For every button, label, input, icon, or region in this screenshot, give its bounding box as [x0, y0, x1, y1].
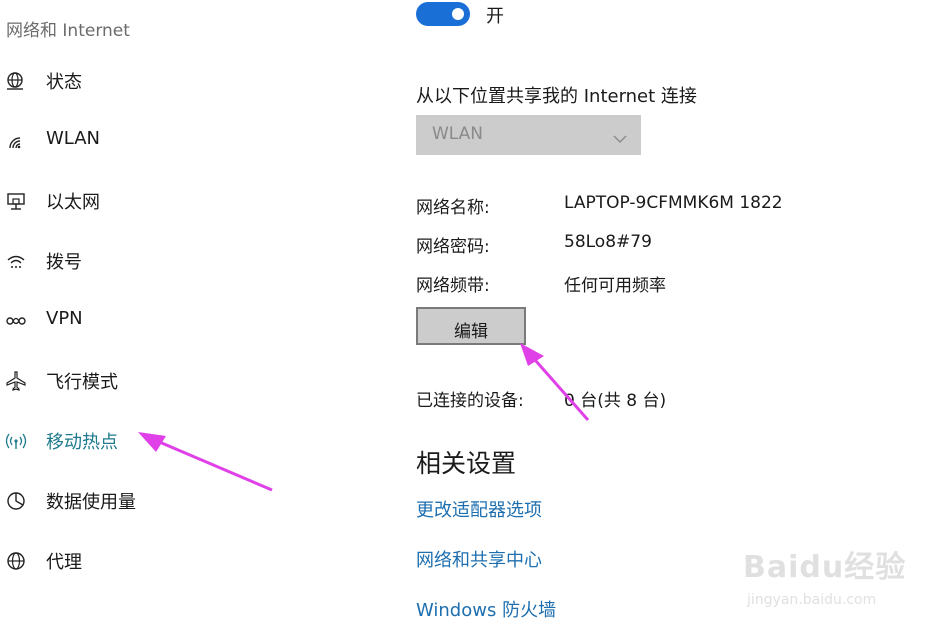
link-change-adapter-options[interactable]: 更改适配器选项 — [416, 496, 542, 522]
sidebar-item-proxy[interactable]: 代理 — [0, 540, 330, 580]
related-settings-title: 相关设置 — [416, 449, 517, 478]
edit-button-label: 编辑 — [454, 322, 488, 342]
dropdown-value: WLAN — [432, 124, 484, 144]
share-from-label: 从以下位置共享我的 Internet 连接 — [416, 86, 697, 107]
hotspot-toggle[interactable] — [416, 2, 470, 26]
vpn-icon — [4, 310, 28, 332]
wifi-icon — [4, 130, 28, 152]
sidebar-item-label: 移动热点 — [46, 432, 118, 453]
sidebar-item-wlan[interactable]: WLAN — [0, 120, 330, 160]
sidebar-item-label: 以太网 — [46, 192, 100, 213]
watermark-main: Baidu经验 — [743, 550, 907, 585]
sidebar-item-status[interactable]: 状态 — [0, 60, 330, 100]
sidebar-item-ethernet[interactable]: 以太网 — [0, 180, 330, 220]
baidu-jingyan-watermark: Baidu经验 jingyan.baidu.com — [733, 528, 913, 618]
link-network-sharing-center[interactable]: 网络和共享中心 — [416, 546, 542, 572]
network-password-value: 58Lo8#79 — [564, 232, 652, 252]
hotspot-icon — [4, 430, 28, 452]
globe-status-icon — [4, 70, 28, 92]
connected-devices-label: 已连接的设备: — [416, 391, 524, 411]
watermark-sub: jingyan.baidu.com — [747, 592, 877, 608]
network-password-label: 网络密码: — [416, 237, 490, 257]
sidebar-item-label: WLAN — [46, 128, 101, 149]
sidebar-item-label: 拨号 — [46, 252, 82, 273]
sidebar-item-label: 数据使用量 — [46, 492, 136, 513]
connected-devices-value: 0 台(共 8 台) — [564, 391, 667, 411]
link-windows-firewall[interactable]: Windows 防火墙 — [416, 596, 556, 622]
chevron-down-icon — [613, 129, 627, 143]
network-name-label: 网络名称: — [416, 198, 490, 218]
network-band-value: 任何可用频率 — [564, 276, 666, 296]
airplane-icon — [4, 370, 28, 392]
sidebar-item-vpn[interactable]: VPN — [0, 300, 330, 340]
sidebar-item-airplane-mode[interactable]: 飞行模式 — [0, 360, 330, 400]
sidebar-item-label: 状态 — [46, 72, 82, 93]
sidebar-item-dialup[interactable]: 拨号 — [0, 240, 330, 280]
proxy-globe-icon — [4, 550, 28, 572]
network-band-label: 网络频带: — [416, 276, 490, 296]
dialup-icon — [4, 250, 28, 272]
sidebar-item-data-usage[interactable]: 数据使用量 — [0, 480, 330, 520]
section-title: 网络和 Internet — [6, 21, 130, 41]
toggle-state-label: 开 — [486, 6, 504, 27]
data-usage-icon — [4, 490, 28, 512]
edit-button[interactable]: 编辑 — [416, 307, 526, 345]
sidebar-item-mobile-hotspot[interactable]: 移动热点 — [0, 420, 330, 460]
sidebar-item-label: 代理 — [46, 552, 82, 573]
sidebar-item-label: 飞行模式 — [46, 372, 118, 393]
network-name-value: LAPTOP-9CFMMK6M 1822 — [564, 193, 783, 213]
share-from-dropdown[interactable]: WLAN — [416, 115, 641, 155]
sidebar-item-label: VPN — [46, 308, 83, 329]
ethernet-icon — [4, 190, 28, 212]
toggle-knob — [452, 8, 464, 20]
